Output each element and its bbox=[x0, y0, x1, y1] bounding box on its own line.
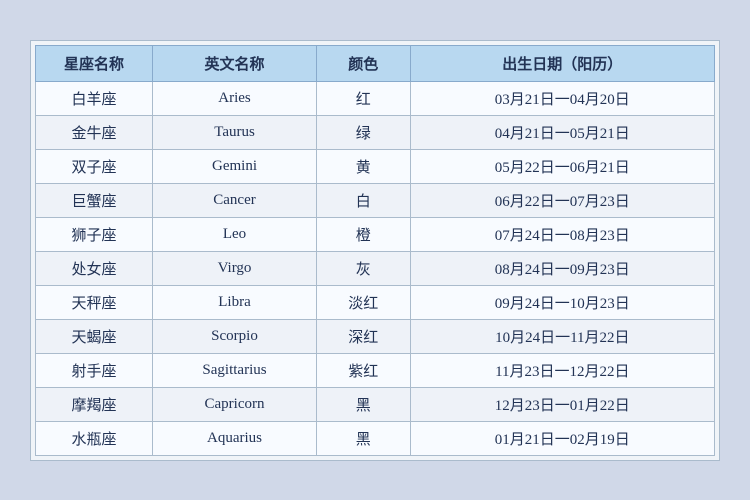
header-color: 颜色 bbox=[316, 45, 410, 81]
table-row: 天蝎座Scorpio深红10月24日一11月22日 bbox=[36, 319, 715, 353]
cell-en: Gemini bbox=[153, 149, 317, 183]
table-row: 摩羯座Capricorn黑12月23日一01月22日 bbox=[36, 387, 715, 421]
cell-date: 09月24日一10月23日 bbox=[410, 285, 714, 319]
cell-color: 紫红 bbox=[316, 353, 410, 387]
cell-en: Sagittarius bbox=[153, 353, 317, 387]
header-zh: 星座名称 bbox=[36, 45, 153, 81]
cell-en: Scorpio bbox=[153, 319, 317, 353]
cell-date: 01月21日一02月19日 bbox=[410, 421, 714, 455]
cell-color: 黑 bbox=[316, 421, 410, 455]
table-row: 巨蟹座Cancer白06月22日一07月23日 bbox=[36, 183, 715, 217]
cell-en: Virgo bbox=[153, 251, 317, 285]
table-row: 白羊座Aries红03月21日一04月20日 bbox=[36, 81, 715, 115]
cell-color: 灰 bbox=[316, 251, 410, 285]
cell-zh: 处女座 bbox=[36, 251, 153, 285]
table-row: 金牛座Taurus绿04月21日一05月21日 bbox=[36, 115, 715, 149]
cell-date: 12月23日一01月22日 bbox=[410, 387, 714, 421]
cell-date: 03月21日一04月20日 bbox=[410, 81, 714, 115]
cell-date: 10月24日一11月22日 bbox=[410, 319, 714, 353]
cell-color: 淡红 bbox=[316, 285, 410, 319]
cell-en: Capricorn bbox=[153, 387, 317, 421]
cell-zh: 天蝎座 bbox=[36, 319, 153, 353]
cell-date: 04月21日一05月21日 bbox=[410, 115, 714, 149]
table-header-row: 星座名称 英文名称 颜色 出生日期（阳历） bbox=[36, 45, 715, 81]
table-row: 处女座Virgo灰08月24日一09月23日 bbox=[36, 251, 715, 285]
cell-zh: 双子座 bbox=[36, 149, 153, 183]
cell-date: 08月24日一09月23日 bbox=[410, 251, 714, 285]
cell-en: Aquarius bbox=[153, 421, 317, 455]
table-row: 射手座Sagittarius紫红11月23日一12月22日 bbox=[36, 353, 715, 387]
cell-color: 白 bbox=[316, 183, 410, 217]
cell-zh: 天秤座 bbox=[36, 285, 153, 319]
cell-zh: 水瓶座 bbox=[36, 421, 153, 455]
cell-en: Taurus bbox=[153, 115, 317, 149]
cell-zh: 金牛座 bbox=[36, 115, 153, 149]
zodiac-table: 星座名称 英文名称 颜色 出生日期（阳历） 白羊座Aries红03月21日一04… bbox=[35, 45, 715, 456]
cell-date: 07月24日一08月23日 bbox=[410, 217, 714, 251]
cell-en: Cancer bbox=[153, 183, 317, 217]
cell-color: 橙 bbox=[316, 217, 410, 251]
cell-zh: 狮子座 bbox=[36, 217, 153, 251]
cell-date: 11月23日一12月22日 bbox=[410, 353, 714, 387]
cell-en: Libra bbox=[153, 285, 317, 319]
zodiac-table-container: 星座名称 英文名称 颜色 出生日期（阳历） 白羊座Aries红03月21日一04… bbox=[30, 40, 720, 461]
cell-en: Leo bbox=[153, 217, 317, 251]
cell-color: 黑 bbox=[316, 387, 410, 421]
cell-color: 黄 bbox=[316, 149, 410, 183]
header-date: 出生日期（阳历） bbox=[410, 45, 714, 81]
table-row: 狮子座Leo橙07月24日一08月23日 bbox=[36, 217, 715, 251]
header-en: 英文名称 bbox=[153, 45, 317, 81]
cell-en: Aries bbox=[153, 81, 317, 115]
cell-color: 红 bbox=[316, 81, 410, 115]
cell-zh: 巨蟹座 bbox=[36, 183, 153, 217]
cell-color: 深红 bbox=[316, 319, 410, 353]
table-row: 双子座Gemini黄05月22日一06月21日 bbox=[36, 149, 715, 183]
cell-color: 绿 bbox=[316, 115, 410, 149]
cell-zh: 摩羯座 bbox=[36, 387, 153, 421]
cell-date: 05月22日一06月21日 bbox=[410, 149, 714, 183]
table-row: 天秤座Libra淡红09月24日一10月23日 bbox=[36, 285, 715, 319]
table-row: 水瓶座Aquarius黑01月21日一02月19日 bbox=[36, 421, 715, 455]
cell-zh: 白羊座 bbox=[36, 81, 153, 115]
cell-date: 06月22日一07月23日 bbox=[410, 183, 714, 217]
cell-zh: 射手座 bbox=[36, 353, 153, 387]
